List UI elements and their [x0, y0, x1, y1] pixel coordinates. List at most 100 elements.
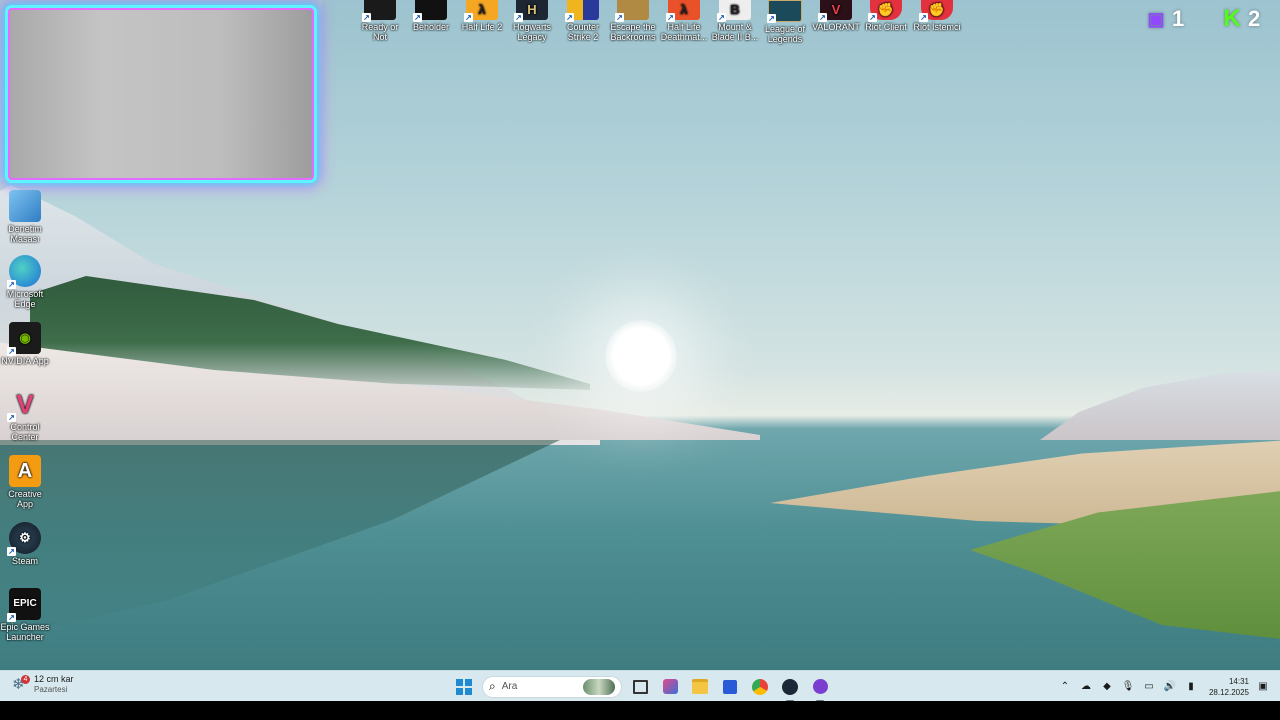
search-box[interactable]: ⌕ Ara [482, 675, 622, 698]
system-tray: ⌃ ☁ ◆ 🎙 ▭ 🔊 ▮ 14:31 28.12.2025 ▣ [1058, 674, 1270, 699]
clock-time: 14:31 [1228, 676, 1249, 686]
riot-client-tr-icon: ✊ ↗ [919, 0, 953, 22]
purple-app-icon [812, 679, 828, 694]
widget-app-icon [662, 679, 678, 694]
network-icon[interactable]: ▭ [1142, 681, 1156, 692]
twitch-icon: ▣ [1147, 8, 1165, 29]
escape-backrooms-icon: ↗ [615, 0, 649, 22]
weather-day: Pazartesi [34, 685, 68, 694]
desktop-icon-label: Riot Client [865, 22, 907, 32]
desktop-icon-riot-istemci[interactable]: ✊ ↗ Riot İstemci [912, 0, 962, 32]
desktop-icon-escape-backrooms[interactable]: ↗ Escape the Backrooms [608, 0, 658, 42]
clock-date: 28.12.2025 [1208, 687, 1249, 697]
edge-icon: ↗ [7, 255, 41, 289]
desktop-icon-label: Steam [11, 556, 38, 566]
snow-icon: ❄ 4 [12, 674, 30, 693]
weather-alert-badge: 4 [21, 674, 30, 684]
kick-count: 2 [1248, 6, 1261, 31]
epic-games-icon: EPIC ↗ [7, 588, 41, 622]
league-of-legends-icon: ↗ [767, 0, 802, 23]
nvidia-icon: ◉ ↗ [7, 322, 41, 356]
desktop-icon-cs2[interactable]: ↗ Counter Strike 2 [558, 0, 608, 42]
desktop-icon-edge[interactable]: ↗ Microsoft Edge [0, 255, 50, 309]
desktop-icon-ready-or-not[interactable]: ↗ Ready or Not [355, 0, 405, 42]
kick-icon: K [1223, 5, 1241, 32]
search-highlight-image [583, 678, 615, 695]
desktop-icon-league[interactable]: ↗ League of Legends [760, 0, 810, 44]
desktop-icon-label: Escape the Backrooms [610, 22, 656, 42]
wallpaper-sun [605, 320, 677, 392]
twitch-badge[interactable]: ▣ 1 [1144, 6, 1184, 32]
control-center-icon: V ↗ [7, 389, 34, 422]
desktop-icon-label: VALORANT [812, 22, 860, 32]
half-life-2-icon: λ ↗ [464, 0, 498, 22]
desktop-icon-steam[interactable]: ⚙ ↗ Steam [0, 522, 50, 566]
windows-icon [456, 678, 472, 695]
tray-app-icon[interactable]: ◆ [1100, 681, 1114, 692]
valorant-icon: V ↗ [818, 0, 852, 22]
screen-bottom-bar [0, 701, 1280, 720]
wallpaper-hill-right [1040, 370, 1280, 440]
half-life-deathmatch-icon: λ ↗ [666, 0, 700, 22]
taskbar-file-explorer[interactable] [688, 675, 712, 699]
desktop-icon-label: Ready or Not [361, 22, 399, 42]
desktop-icon-creative-app[interactable]: A Creative App [0, 455, 50, 509]
creative-app-icon: A [9, 455, 41, 487]
desktop-icon-mount-blade[interactable]: B ↗ Mount & Blade II B... [710, 0, 760, 42]
counter-strike-2-icon: ↗ [565, 0, 599, 22]
desktop-icon-epic[interactable]: EPIC ↗ Epic Games Launcher [0, 588, 50, 642]
desktop-icon-control-center[interactable]: V ↗ Control Center [0, 388, 50, 442]
kick-badge[interactable]: K 2 [1220, 5, 1261, 32]
notification-icon[interactable]: ▣ [1256, 681, 1270, 692]
microphone-icon[interactable]: 🎙 [1121, 681, 1135, 692]
weather-widget[interactable]: ❄ 4 12 cm kar Pazartesi [12, 674, 74, 695]
steam-icon: ⚙ ↗ [7, 522, 41, 556]
twitch-count: 1 [1172, 6, 1185, 31]
cloud-off-icon[interactable]: ☁ [1079, 681, 1093, 692]
desktop-icon-label: NVIDIA App [1, 356, 49, 366]
desktop-icon-valorant[interactable]: V ↗ VALORANT [811, 0, 861, 32]
chrome-icon [752, 678, 768, 695]
desktop-icon-label: Epic Games Launcher [0, 622, 50, 642]
chevron-up-icon[interactable]: ⌃ [1058, 681, 1072, 692]
task-view-button[interactable] [628, 675, 652, 699]
desktop-icon-nvidia[interactable]: ◉ ↗ NVIDIA App [0, 322, 50, 366]
taskbar-store[interactable] [718, 675, 742, 699]
start-button[interactable] [452, 675, 476, 699]
taskbar-app-purple[interactable] [808, 675, 832, 702]
beholder-icon: ↗ [413, 0, 447, 22]
desktop-icon-label: Beholder [412, 22, 450, 32]
battery-icon[interactable]: ▮ [1184, 681, 1198, 692]
desktop-icon-half-life-2[interactable]: λ ↗ Half Life 2 [457, 0, 507, 32]
hogwarts-legacy-icon: H ↗ [514, 0, 548, 22]
taskbar: ❄ 4 12 cm kar Pazartesi ⌕ Ara ⌃ ☁ ◆ 🎙 ▭ … [0, 670, 1280, 702]
desktop-icon-riot-client[interactable]: ✊ ↗ Riot Client [861, 0, 911, 32]
desktop-icon-label: Creative App [8, 489, 42, 509]
task-view-icon [632, 679, 648, 694]
taskbar-chrome[interactable] [748, 675, 772, 699]
store-icon [723, 679, 737, 694]
desktop-icon-label: Half Life 2 [461, 22, 503, 32]
desktop-icon-hl-deathmatch[interactable]: λ ↗ Half Life Deathmat... [659, 0, 709, 42]
taskbar-steam[interactable] [778, 675, 802, 702]
taskbar-app-widget[interactable] [658, 675, 682, 699]
search-placeholder: Ara [501, 681, 518, 692]
preview-widget[interactable] [0, 0, 322, 190]
volume-icon[interactable]: 🔊 [1163, 681, 1177, 692]
wallpaper-reflection [0, 440, 560, 640]
desktop-icon-label: League of Legends [764, 24, 806, 44]
riot-client-icon: ✊ ↗ [868, 0, 902, 22]
desktop-icon-control-panel[interactable]: Denetim Masası [0, 190, 50, 244]
desktop-icon-hogwarts[interactable]: H ↗ Hogwarts Legacy [507, 0, 557, 42]
desktop-icon-beholder[interactable]: ↗ Beholder [406, 0, 456, 32]
desktop-icon-label: Counter Strike 2 [566, 22, 600, 42]
desktop-icon-label: Denetim Masası [8, 224, 42, 244]
desktop-icon-label: Half Life Deathmat... [660, 22, 708, 42]
desktop-icon-label: Hogwarts Legacy [512, 22, 551, 42]
clock[interactable]: 14:31 28.12.2025 [1209, 676, 1249, 698]
preview-window-blurred [8, 8, 314, 180]
ready-or-not-icon: ↗ [362, 0, 396, 22]
mount-blade-icon: B ↗ [717, 0, 751, 22]
taskbar-apps: ⌕ Ara [452, 674, 832, 702]
steam-icon [782, 678, 798, 695]
